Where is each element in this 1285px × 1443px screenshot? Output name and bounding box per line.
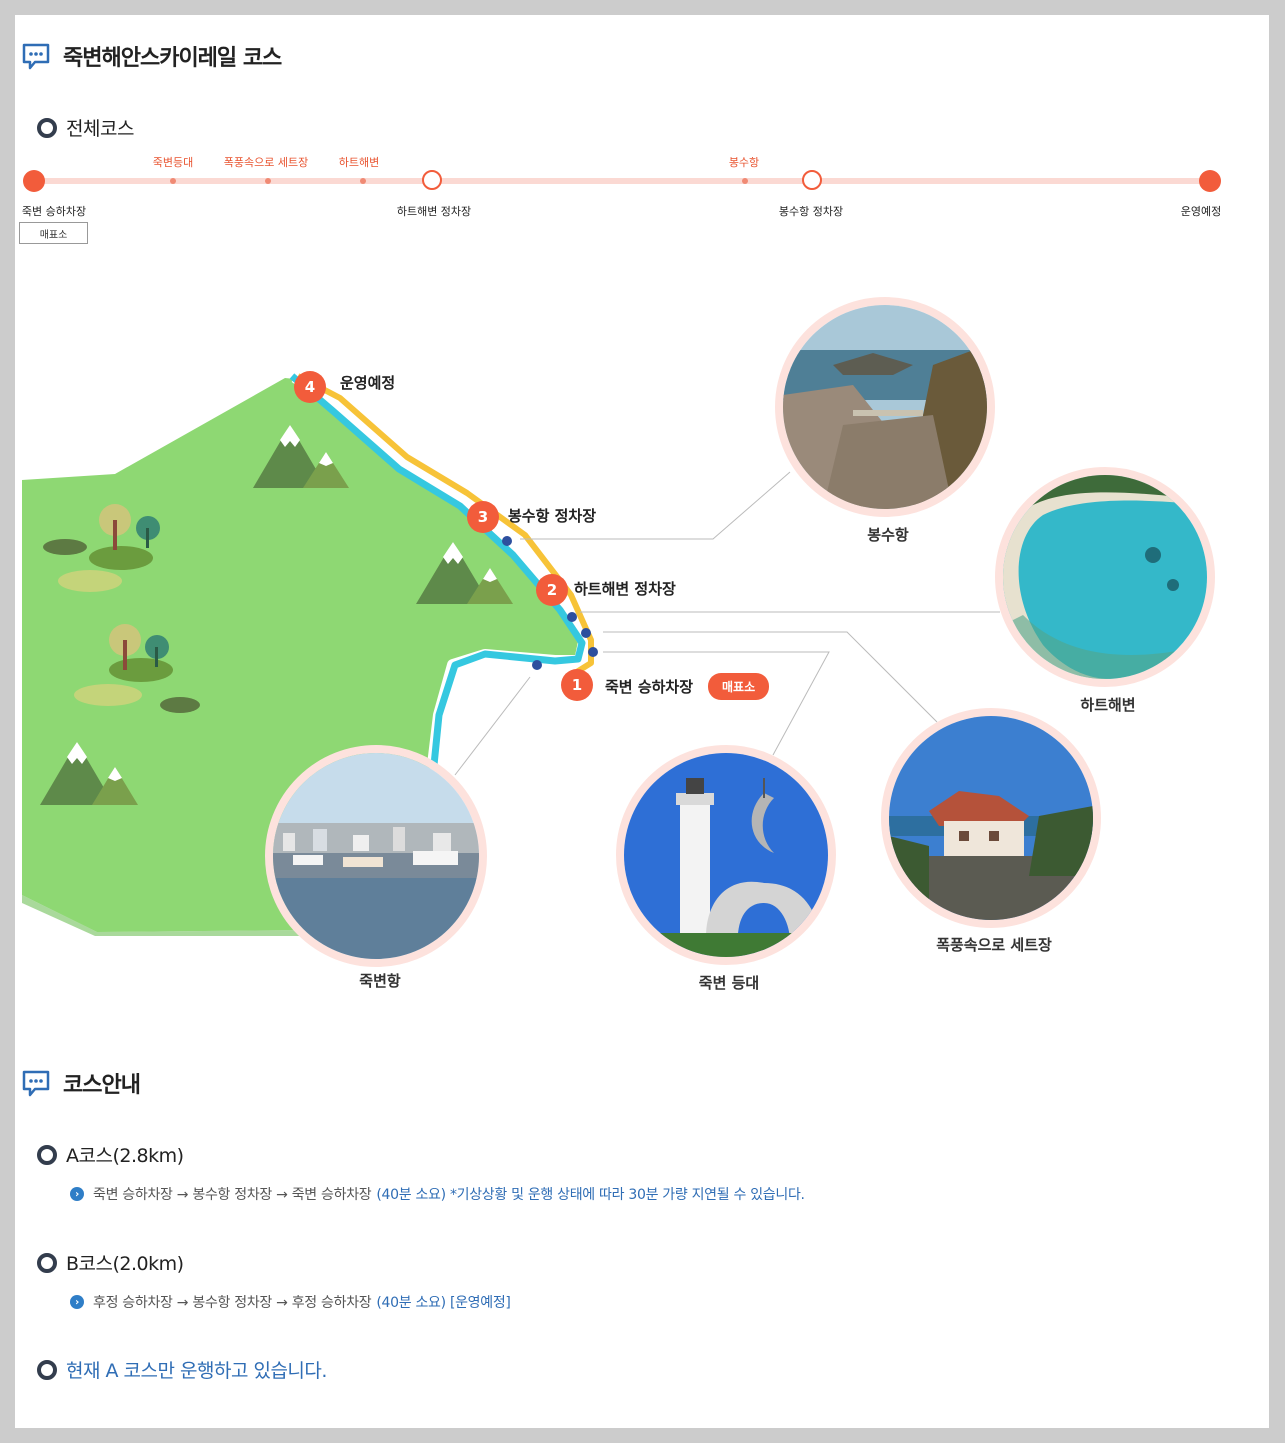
harbor-image xyxy=(273,753,479,959)
photo-caption: 폭풍속으로 세트장 xyxy=(936,936,1052,954)
ring-bullet-icon xyxy=(37,1144,57,1165)
course-b-route-text: 후정 승하차장 → 봉수항 정차장 → 후정 승하차장 xyxy=(93,1295,372,1311)
guide-title: 코스안내 xyxy=(63,1073,141,1098)
photo-jukbyeon-port[interactable] xyxy=(265,745,487,967)
speech-bubble-icon xyxy=(22,1070,50,1097)
photo-jukbyeon-lighthouse[interactable] xyxy=(616,745,836,965)
photo-heart-beach[interactable] xyxy=(995,467,1215,687)
course-a-route-text: 죽변 승하차장 → 봉수항 정차장 → 죽변 승하차장 xyxy=(93,1187,372,1203)
guide-section-header: 코스안내 xyxy=(21,1067,141,1099)
stop-dot xyxy=(567,612,577,622)
photo-caption: 봉수항 xyxy=(867,526,909,544)
course-a-route: › 죽변 승하차장 → 봉수항 정차장 → 죽변 승하차장 (40분 소요) *… xyxy=(70,1184,805,1204)
map-pin-label: 죽변 승하차장 xyxy=(605,678,694,696)
ring-bullet-icon xyxy=(37,1359,57,1380)
photo-caption: 하트해변 xyxy=(1080,696,1136,714)
stop-dot xyxy=(502,536,512,546)
chevron-right-icon: › xyxy=(70,1295,84,1309)
map-pin-2[interactable]: 2 xyxy=(536,574,568,606)
chevron-right-icon: › xyxy=(70,1187,84,1201)
set-house-image xyxy=(889,716,1093,920)
map-pin-3[interactable]: 3 xyxy=(467,501,499,533)
map-pin-label: 하트해변 정차장 xyxy=(574,580,676,598)
course-b-heading: B코스(2.0km) xyxy=(37,1249,184,1276)
map-pin-1[interactable]: 1 xyxy=(561,669,593,701)
course-a-title: A코스(2.8km) xyxy=(66,1145,184,1167)
beach-image xyxy=(1003,475,1207,679)
map-pin-4[interactable]: 4 xyxy=(294,371,326,403)
harbor-rocks-image xyxy=(783,305,987,509)
ticket-office-badge[interactable]: 매표소 xyxy=(708,673,770,700)
photo-caption: 죽변항 xyxy=(359,972,401,990)
course-b-route: › 후정 승하차장 → 봉수항 정차장 → 후정 승하차장 (40분 소요) [… xyxy=(70,1292,511,1312)
current-operation-text: 현재 A 코스만 운행하고 있습니다. xyxy=(66,1360,327,1382)
course-a-note: (40분 소요) *기상상황 및 운행 상태에 따라 30분 가량 지연될 수 … xyxy=(376,1187,805,1203)
photo-storm-set[interactable] xyxy=(881,708,1101,928)
lighthouse-image xyxy=(624,753,828,957)
photo-caption: 죽변 등대 xyxy=(698,974,760,992)
course-b-title: B코스(2.0km) xyxy=(66,1253,184,1275)
course-b-note: (40분 소요) [운영예정] xyxy=(376,1295,511,1311)
stop-dot xyxy=(581,628,591,638)
photo-bongsu-port[interactable] xyxy=(775,297,995,517)
current-operation-notice: 현재 A 코스만 운행하고 있습니다. xyxy=(37,1356,327,1383)
stop-dot xyxy=(532,660,542,670)
page: 죽변해안스카이레일 코스 전체코스 죽변등대 폭풍속으로 세트장 하트해변 봉수… xyxy=(15,15,1269,1428)
map-pin-label: 운영예정 xyxy=(340,374,396,392)
course-a-heading: A코스(2.8km) xyxy=(37,1141,184,1168)
ring-bullet-icon xyxy=(37,1252,57,1273)
map-pin-label: 봉수항 정차장 xyxy=(508,507,597,525)
stop-dot xyxy=(588,647,598,657)
